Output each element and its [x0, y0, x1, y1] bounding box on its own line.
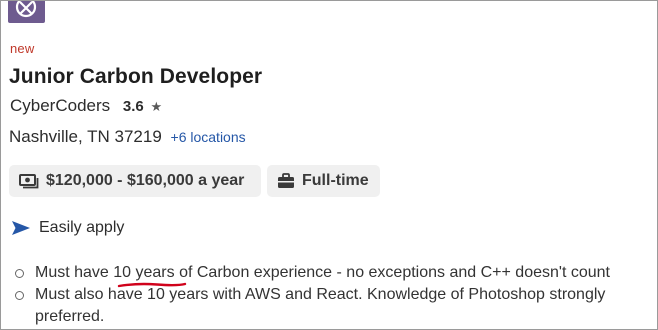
requirement-text-after: of Carbon experience - no exceptions and… [174, 264, 610, 281]
easily-apply-label: Easily apply [39, 219, 125, 236]
requirement-text-line2: preferred. [35, 308, 105, 325]
requirement-text-before: Must have [35, 264, 114, 281]
job-title[interactable]: Junior Carbon Developer [9, 65, 262, 89]
new-badge: new [10, 41, 35, 56]
bullet-icon [15, 291, 24, 300]
bullet-icon [15, 269, 24, 278]
easily-apply[interactable]: Easily apply [11, 219, 124, 237]
company-name[interactable]: CyberCoders [10, 96, 110, 115]
star-icon: ★ [150, 99, 163, 114]
job-type-chip: Full-time [267, 165, 380, 197]
company-logo-icon [15, 1, 37, 18]
salary-chip: $120,000 - $160,000 a year [9, 165, 261, 197]
money-icon [19, 173, 39, 189]
send-arrow-icon [11, 220, 31, 236]
company-rating: 3.6 [122, 98, 144, 115]
job-card: new Junior Carbon Developer CyberCoders … [0, 0, 658, 330]
requirements-list: Must have 10 years of Carbon experience … [15, 262, 655, 328]
company-row: CyberCoders 3.6 ★ [10, 96, 162, 116]
company-logo[interactable] [8, 1, 45, 23]
requirement-item: Must have 10 years of Carbon experience … [15, 262, 655, 288]
more-locations-link[interactable]: +6 locations [171, 129, 246, 145]
briefcase-icon [277, 173, 295, 189]
requirement-item: Must also have 10 years with AWS and Rea… [15, 284, 655, 328]
job-location: Nashville, TN 37219 [9, 127, 162, 146]
location-row: Nashville, TN 37219 +6 locations [9, 127, 246, 147]
job-type-text: Full-time [302, 172, 369, 189]
requirement-highlight: 10 years [113, 264, 175, 281]
salary-text: $120,000 - $160,000 a year [46, 172, 245, 189]
requirement-text-line1: Must also have 10 years with AWS and Rea… [35, 286, 606, 303]
